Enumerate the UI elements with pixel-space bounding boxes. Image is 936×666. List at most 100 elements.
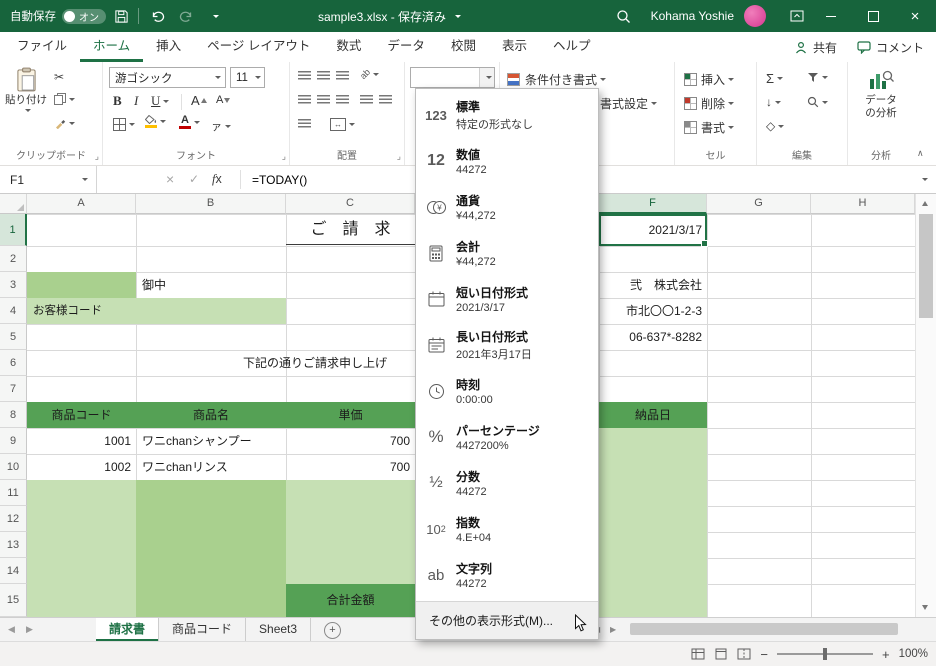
format-menu-item-time[interactable]: 時刻 0:00:00 (416, 368, 598, 414)
zoom-slider[interactable] (776, 648, 873, 660)
cell-b4-fill[interactable] (136, 298, 286, 324)
cell-c1-invoice-title[interactable]: ご 請 求 (286, 214, 415, 245)
cell-b6-note[interactable]: 下記の通りご請求申し上げ (243, 350, 418, 376)
decrease-indent-button[interactable] (360, 95, 373, 106)
row-header-14[interactable]: 14 (0, 558, 27, 584)
autosave-toggle[interactable]: オン (62, 8, 106, 24)
maximize-button[interactable] (852, 0, 894, 32)
vertical-scrollbar-thumb[interactable] (919, 214, 933, 318)
new-sheet-button[interactable]: + (324, 622, 341, 639)
conditional-formatting-button[interactable]: 条件付き書式 (507, 71, 607, 88)
scroll-down-icon[interactable] (922, 605, 928, 610)
increase-font-button[interactable]: A (191, 93, 207, 108)
page-break-view-icon[interactable] (737, 648, 751, 660)
row-header-6[interactable]: 6 (0, 350, 27, 376)
table-header-delivery-date[interactable]: 納品日 (599, 402, 707, 428)
cut-button[interactable]: ✂ (54, 70, 64, 84)
cell-c15-total-label[interactable]: 合計金額 (286, 584, 415, 617)
phonetic-guide-button[interactable]: ァ (211, 118, 231, 134)
format-as-table-button[interactable]: 書式設定 (600, 95, 658, 112)
row-header-4[interactable]: 4 (0, 298, 27, 324)
orientation-button[interactable]: ab (358, 67, 380, 81)
align-right-button[interactable] (336, 95, 349, 106)
row-header-12[interactable]: 12 (0, 506, 27, 532)
clipboard-dialog-launcher-icon[interactable]: ⌟ (95, 152, 99, 161)
fill-button[interactable]: ↓ (766, 95, 781, 109)
align-left-button[interactable] (298, 95, 311, 106)
cell-a4-customer-code-label[interactable]: お客様コード (27, 298, 136, 324)
tab-review[interactable]: 校閲 (438, 32, 489, 62)
avatar[interactable] (744, 5, 766, 27)
cell-f5-phone[interactable]: 06-637*-8282 (599, 324, 707, 350)
zoom-slider-thumb[interactable] (822, 648, 827, 660)
hscroll-right-icon[interactable]: ▶ (610, 625, 616, 634)
underline-button[interactable]: U (151, 93, 170, 109)
format-menu-item-scientific[interactable]: 10 2 指数 4.E+04 (416, 506, 598, 552)
select-all-corner[interactable] (0, 194, 27, 214)
zoom-in-icon[interactable]: + (882, 647, 890, 662)
format-cells-button[interactable]: 書式 (684, 119, 735, 136)
format-menu-item-general[interactable]: 123 標準 特定の形式なし (416, 92, 598, 138)
format-menu-item-fraction[interactable]: ½ 分数 44272 (416, 460, 598, 506)
number-format-chevron[interactable] (479, 68, 494, 87)
copy-button[interactable] (54, 93, 75, 105)
row-header-13[interactable]: 13 (0, 532, 27, 558)
format-menu-item-percentage[interactable]: % パーセンテージ 4427200% (416, 414, 598, 460)
paste-button[interactable]: 貼り付け (5, 67, 47, 113)
row-header-10[interactable]: 10 (0, 454, 27, 480)
row-header-3[interactable]: 3 (0, 272, 27, 298)
search-icon[interactable] (611, 3, 637, 29)
table-header-unit-price[interactable]: 単価 (286, 402, 415, 428)
row-header-9[interactable]: 9 (0, 428, 27, 454)
normal-view-icon[interactable] (691, 648, 705, 660)
horizontal-scrollbar-thumb[interactable] (630, 623, 898, 635)
number-format-combobox[interactable] (410, 67, 495, 88)
autosum-button[interactable]: Σ (766, 71, 784, 86)
more-number-formats-item[interactable]: その他の表示形式(M)... (416, 601, 598, 639)
scroll-up-icon[interactable] (922, 201, 928, 206)
comments-button[interactable]: コメント (857, 39, 924, 56)
sort-filter-button[interactable] (807, 72, 828, 83)
cell-a10[interactable]: 1002 (27, 454, 136, 480)
col-header-h[interactable]: H (811, 194, 915, 214)
borders-button[interactable] (113, 118, 135, 131)
font-color-button[interactable]: A (179, 115, 200, 129)
col-header-g[interactable]: G (707, 194, 811, 214)
formula-input[interactable]: =TODAY() (252, 173, 307, 187)
data-analysis-button[interactable]: データ の分析 (854, 69, 908, 120)
tab-file[interactable]: ファイル (4, 32, 80, 62)
cell-c9[interactable]: 700 (286, 428, 415, 454)
row-header-1[interactable]: 1 (0, 214, 27, 246)
format-menu-item-short-date[interactable]: 短い日付形式 2021/3/17 (416, 276, 598, 322)
cell-f1-date[interactable]: 2021/3/17 (599, 214, 707, 246)
format-menu-item-number[interactable]: 12 数値 44272 (416, 138, 598, 184)
align-top-button[interactable] (298, 71, 311, 82)
fill-color-button[interactable] (145, 115, 166, 128)
row-header-11[interactable]: 11 (0, 480, 27, 506)
increase-indent-button[interactable] (379, 95, 392, 106)
share-button[interactable]: 共有 (794, 39, 837, 56)
cancel-icon[interactable]: × (166, 171, 174, 187)
font-dialog-launcher-icon[interactable]: ⌟ (282, 152, 286, 161)
format-menu-item-long-date[interactable]: 長い日付形式 2021年3月17日 (416, 322, 598, 368)
align-middle-button[interactable] (317, 71, 330, 82)
enter-icon[interactable]: ✓ (189, 172, 199, 186)
font-size-combobox[interactable]: 11 (230, 67, 265, 88)
cell-b3[interactable]: 御中 (136, 272, 286, 298)
table-header-product-code[interactable]: 商品コード (27, 402, 136, 428)
delete-cells-button[interactable]: 削除 (684, 95, 735, 112)
table-header-product-name[interactable]: 商品名 (136, 402, 286, 428)
row-header-2[interactable]: 2 (0, 246, 27, 272)
align-center-button[interactable] (317, 95, 330, 106)
tab-formulas[interactable]: 数式 (323, 32, 374, 62)
find-select-button[interactable] (807, 96, 828, 108)
name-box[interactable]: F1 (0, 166, 97, 193)
row-header-8[interactable]: 8 (0, 402, 27, 428)
user-name[interactable]: Kohama Yoshie (651, 9, 734, 23)
row-header-15[interactable]: 15 (0, 584, 27, 617)
align-bottom-button[interactable] (336, 71, 349, 82)
col-header-a[interactable]: A (27, 194, 136, 214)
format-menu-item-accounting[interactable]: 会計 ¥44,272 (416, 230, 598, 276)
tab-help[interactable]: ヘルプ (540, 32, 604, 62)
minimize-button[interactable] (810, 0, 852, 32)
